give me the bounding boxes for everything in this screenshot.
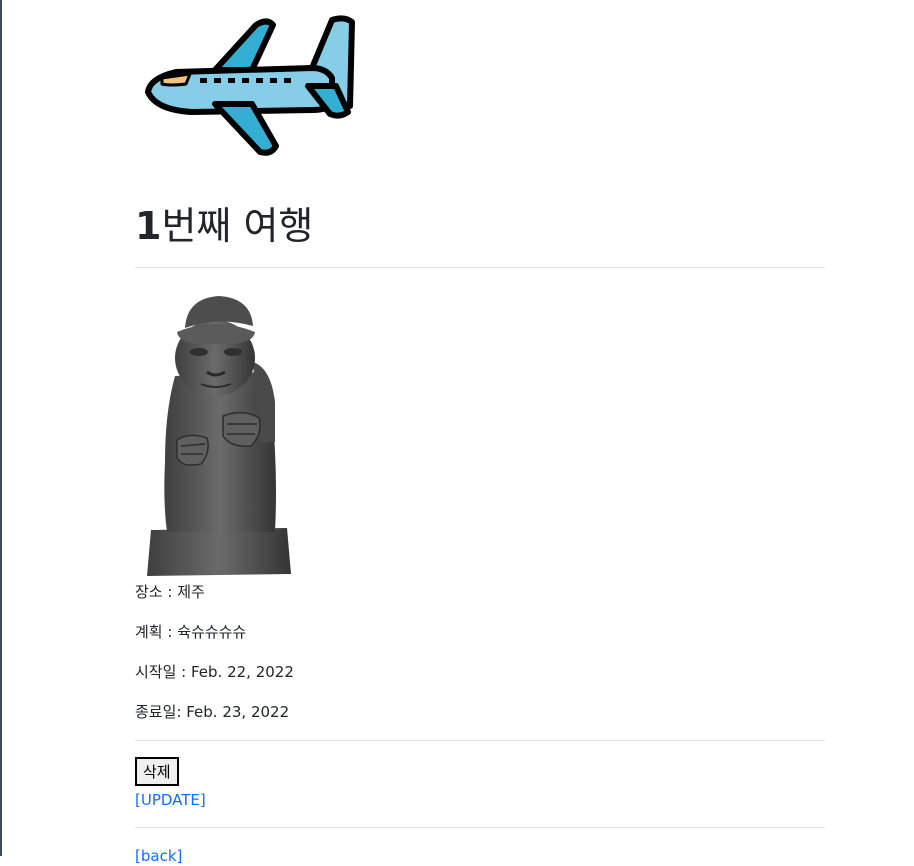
dol-hareubang-statue-image [147, 296, 291, 576]
plan-text: 계획 : 슉슈슈슈슈 [135, 623, 247, 641]
update-link[interactable]: [UPDATE] [135, 790, 206, 810]
info-divider [135, 740, 825, 741]
location-text: 장소 : 제주 [135, 583, 205, 601]
footer-divider [135, 827, 825, 828]
delete-button[interactable]: 삭제 [135, 757, 179, 786]
page-title: 1번째 여행 [135, 200, 313, 252]
title-divider [135, 267, 825, 268]
title-text: 번째 여행 [161, 204, 314, 248]
start-date-text: 시작일 : Feb. 22, 2022 [135, 663, 294, 681]
title-number: 1 [135, 204, 162, 248]
airplane-icon [145, 15, 355, 156]
end-date-text: 종료일: Feb. 23, 2022 [135, 703, 290, 721]
window-left-border [0, 0, 2, 856]
back-link[interactable]: [back] [135, 846, 182, 866]
